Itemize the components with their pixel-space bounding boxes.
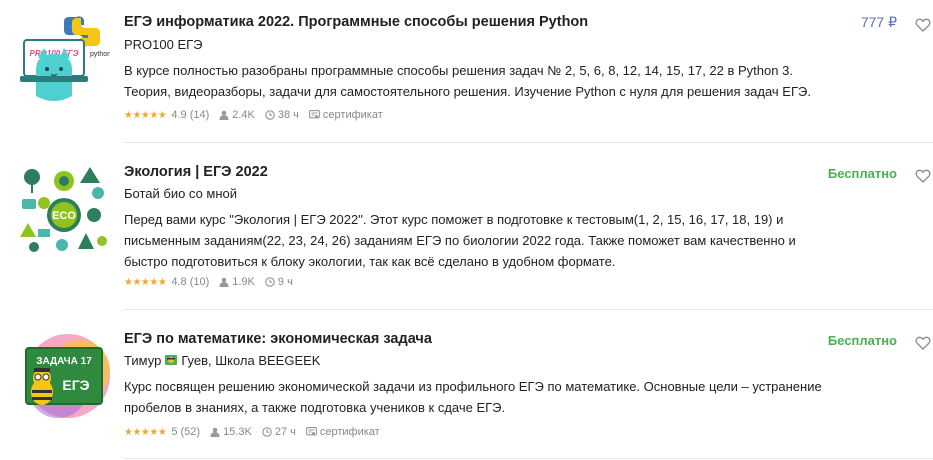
course-price: Бесплатно: [827, 333, 897, 348]
learners-count: 1.9K: [232, 276, 255, 288]
clock-icon: [262, 427, 272, 437]
course-meta: ★★★★★ 4.9 (14) 2.4K 38 ч сертификат: [124, 109, 383, 121]
course-title[interactable]: ЕГЭ информатика 2022. Программные способ…: [124, 14, 588, 30]
course-card[interactable]: ЗАДАЧА 17 ЕГЭ ЕГЭ по математике: экономи…: [0, 310, 933, 460]
clock-icon: [265, 110, 275, 120]
course-card[interactable]: python PRO100 ЕГЭ ЕГЭ информатика 2022. …: [0, 0, 933, 143]
course-author[interactable]: PRO100 ЕГЭ: [124, 37, 203, 52]
author-first-name[interactable]: Тимур: [124, 353, 161, 368]
course-description: Перед вами курс "Экология | ЕГЭ 2022". Э…: [124, 212, 796, 269]
thumbnail-logo-text: ECO: [52, 210, 76, 222]
rating-stars: ★★★★★: [124, 276, 167, 288]
course-thumbnail[interactable]: ЗАДАЧА 17 ЕГЭ: [18, 330, 110, 422]
course-title[interactable]: Экология | ЕГЭ 2022: [124, 164, 268, 180]
course-meta: ★★★★★ 4.8 (10) 1.9K 9 ч: [124, 276, 293, 288]
course-card[interactable]: ECO Экология | ЕГЭ 2022 Ботай био со мно…: [0, 143, 933, 310]
thumbnail-subtitle-text: ЕГЭ: [62, 377, 89, 393]
thumbnail-title-text: ЗАДАЧА 17: [36, 356, 92, 367]
rating-stars: ★★★★★: [124, 426, 167, 438]
certificate-icon: [308, 110, 320, 119]
learners-icon: [219, 277, 229, 287]
learners-count: 15.3K: [223, 426, 252, 438]
duration: 38 ч: [277, 109, 299, 121]
clock-icon: [265, 277, 275, 287]
reviews-count: (10): [189, 276, 210, 288]
certificate-label: сертификат: [319, 426, 380, 438]
course-thumbnail[interactable]: python PRO100 ЕГЭ: [18, 14, 110, 106]
reviews-count: (14): [189, 109, 210, 121]
learners-count: 2.4K: [232, 109, 255, 121]
divider: [124, 458, 933, 459]
course-price: 777 ₽: [860, 14, 897, 30]
course-price: Бесплатно: [827, 166, 897, 181]
certificate-label: сертификат: [322, 109, 383, 121]
learners-icon: [219, 110, 229, 120]
course-description: В курсе полностью разобраны программные …: [124, 63, 811, 99]
course-list: python PRO100 ЕГЭ ЕГЭ информатика 2022. …: [0, 0, 933, 460]
course-meta: ★★★★★ 5 (52) 15.3K 27 ч сертификат: [124, 426, 380, 438]
heart-icon[interactable]: [915, 168, 931, 184]
author-rest[interactable]: Гуев, Школа BEEGEEK: [181, 353, 320, 368]
rating-stars: ★★★★★: [124, 109, 167, 121]
reviews-count: (52): [180, 426, 201, 438]
course-author[interactable]: Ботай био со мной: [124, 186, 237, 201]
duration: 9 ч: [277, 276, 293, 288]
duration: 27 ч: [274, 426, 296, 438]
learners-icon: [210, 427, 220, 437]
python-badge-text: python: [90, 51, 110, 58]
rating-value: 5: [171, 426, 178, 438]
course-thumbnail[interactable]: ECO: [18, 163, 110, 255]
course-description: Курс посвящен решению экономической зада…: [124, 379, 822, 415]
course-title[interactable]: ЕГЭ по математике: экономическая задача: [124, 331, 432, 347]
rating-value: 4.9: [171, 109, 187, 121]
heart-icon[interactable]: [915, 335, 931, 351]
rating-value: 4.8: [171, 276, 187, 288]
certificate-icon: [305, 427, 317, 436]
author-avatar-icon: [165, 355, 178, 365]
heart-icon[interactable]: [915, 17, 931, 33]
course-author[interactable]: Тимур Гуев, Школа BEEGEEK: [124, 353, 320, 368]
